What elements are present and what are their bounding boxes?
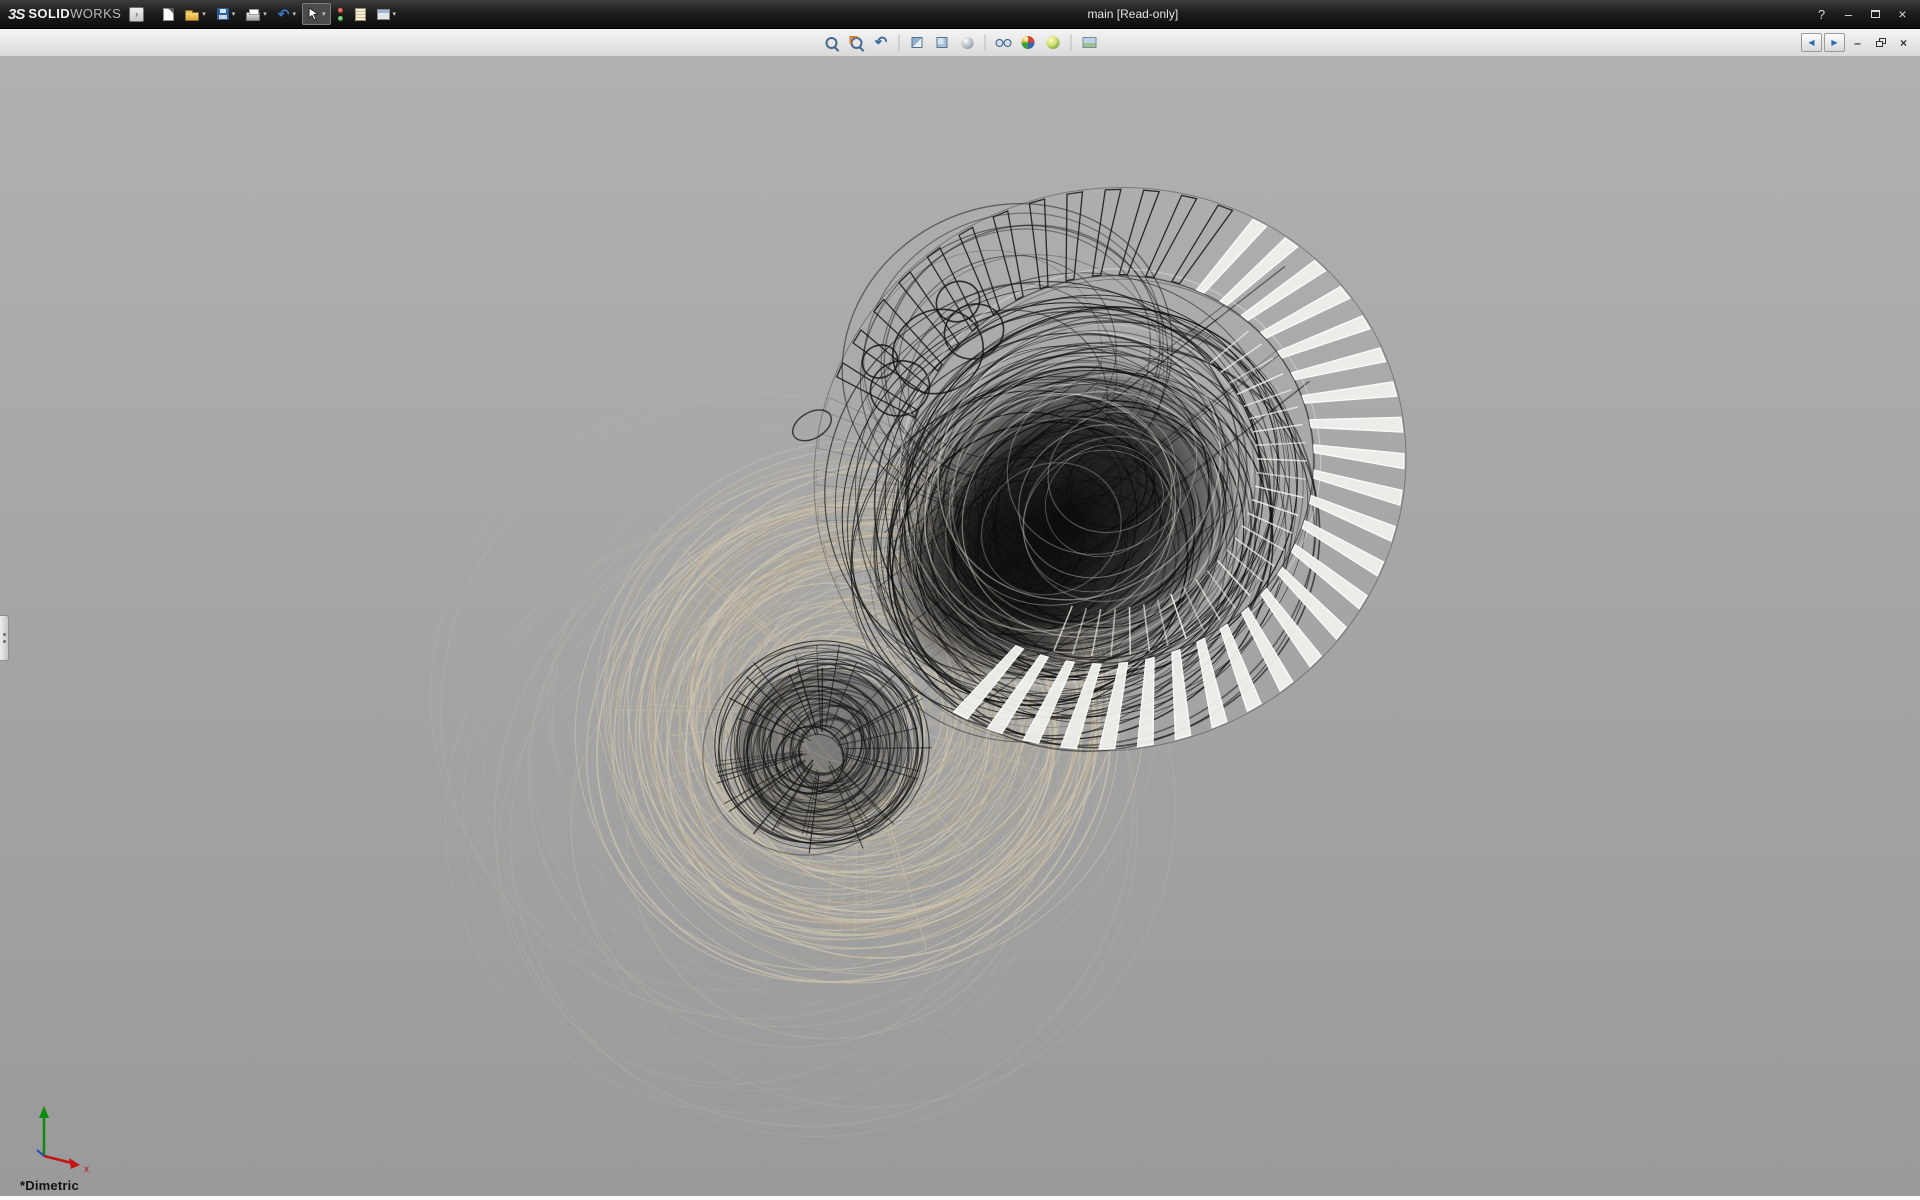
maximize-button[interactable]	[1862, 4, 1889, 25]
zoom-to-area-button[interactable]	[845, 32, 868, 54]
view-orientation-label: *Dimetric	[20, 1178, 79, 1193]
previous-view-button[interactable]: ↶	[870, 32, 893, 54]
toolbar-separator	[1071, 34, 1072, 51]
display-states-button[interactable]	[332, 3, 349, 25]
display-states-icon	[337, 7, 344, 22]
file-properties-icon	[355, 8, 366, 21]
view-settings-button[interactable]	[1078, 32, 1101, 54]
maximize-icon	[1871, 10, 1880, 18]
main-toolbar: ▾ ▾ ▾ ↶ ▾ ▾	[158, 3, 401, 25]
chevron-down-icon: ▾	[232, 11, 236, 18]
close-button[interactable]: ×	[1889, 4, 1916, 25]
title-bar: 3S SOLIDWORKS › ▾ ▾ ▾ ↶ ▾	[0, 0, 1920, 29]
document-title: main [Read-only]	[1087, 0, 1178, 28]
document-window-controls: ◀ ▶ – ×	[1801, 33, 1920, 52]
document-minimize-icon: –	[1854, 36, 1861, 50]
left-panel-splitter[interactable]	[0, 615, 9, 661]
edit-appearance-button[interactable]	[1017, 32, 1040, 54]
solidworks-window: 3S SOLIDWORKS › ▾ ▾ ▾ ↶ ▾	[0, 0, 1920, 1200]
document-restore-button[interactable]	[1870, 33, 1891, 52]
graphics-viewport[interactable]: x *Dimetric	[0, 57, 1920, 1200]
view-orientation-button[interactable]	[931, 32, 954, 54]
heads-up-view-toolbar: ↶	[820, 32, 1101, 54]
document-close-icon: ×	[1900, 36, 1907, 50]
select-cursor-icon	[307, 7, 319, 21]
status-bar-edge	[0, 1196, 1920, 1200]
new-document-button[interactable]	[158, 3, 179, 25]
open-document-icon	[185, 12, 199, 21]
close-icon: ×	[1898, 6, 1906, 22]
document-restore-icon	[1876, 38, 1886, 47]
chevron-down-icon: ▾	[202, 11, 206, 18]
select-tool-button[interactable]: ▾	[302, 3, 331, 25]
edit-appearance-icon	[1022, 36, 1035, 49]
zoom-to-fit-button[interactable]	[820, 32, 843, 54]
file-properties-button[interactable]	[350, 3, 371, 25]
chevron-down-icon: ▾	[293, 11, 297, 18]
undo-button[interactable]: ↶ ▾	[273, 3, 301, 25]
save-button[interactable]: ▾	[212, 3, 241, 25]
open-document-button[interactable]: ▾	[180, 3, 211, 25]
collapse-panel-left-button[interactable]: ◀	[1801, 33, 1822, 52]
toolbar-separator	[899, 34, 900, 51]
section-view-button[interactable]	[906, 32, 929, 54]
document-minimize-button[interactable]: –	[1847, 33, 1868, 52]
minimize-icon: –	[1845, 7, 1852, 22]
dassault-3ds-logo-icon: 3S	[8, 6, 24, 23]
triad-x-label: x	[84, 1164, 89, 1174]
new-document-icon	[163, 8, 174, 21]
menu-expand-button[interactable]: ›	[129, 7, 144, 22]
undo-icon: ↶	[278, 7, 290, 21]
chevron-down-icon: ▾	[263, 11, 267, 18]
hide-show-items-button[interactable]	[992, 32, 1015, 54]
view-orientation-icon	[937, 37, 948, 48]
previous-view-icon: ↶	[875, 35, 888, 50]
display-style-button[interactable]	[956, 32, 979, 54]
brand-name-bold: SOLID	[28, 6, 70, 21]
toolbar-separator	[985, 34, 986, 51]
display-style-icon	[961, 37, 973, 49]
help-button[interactable]: ?	[1808, 4, 1835, 25]
brand-name: SOLIDWORKS	[28, 5, 121, 23]
apply-scene-button[interactable]	[1042, 32, 1065, 54]
print-icon	[246, 12, 260, 21]
view-toolbar-row: ↶	[0, 29, 1920, 57]
zoom-to-area-icon	[850, 37, 862, 49]
menu-expand-icon: ›	[135, 9, 138, 19]
options-button[interactable]: ▾	[372, 3, 402, 25]
minimize-button[interactable]: –	[1835, 4, 1862, 25]
turbine-wireframe-model	[0, 57, 1920, 1200]
view-settings-icon	[1082, 37, 1096, 48]
help-icon: ?	[1818, 7, 1825, 22]
zoom-to-fit-icon	[825, 37, 837, 49]
orientation-triad: x	[24, 1100, 104, 1174]
panel-left-icon: ◀	[1808, 39, 1814, 47]
options-icon	[377, 9, 390, 20]
chevron-down-icon: ▾	[322, 11, 326, 18]
chevron-down-icon: ▾	[393, 11, 397, 18]
document-close-button[interactable]: ×	[1893, 33, 1914, 52]
collapse-panel-right-button[interactable]: ▶	[1824, 33, 1845, 52]
brand-name-light: WORKS	[70, 6, 121, 21]
print-button[interactable]: ▾	[241, 3, 272, 25]
solidworks-logo: 3S SOLIDWORKS	[4, 5, 129, 23]
panel-right-icon: ▶	[1831, 39, 1837, 47]
save-icon	[217, 8, 229, 20]
apply-scene-icon	[1047, 36, 1060, 49]
section-view-icon	[912, 37, 923, 48]
hide-show-items-icon	[995, 39, 1011, 47]
window-controls: ? – ×	[1808, 4, 1916, 25]
